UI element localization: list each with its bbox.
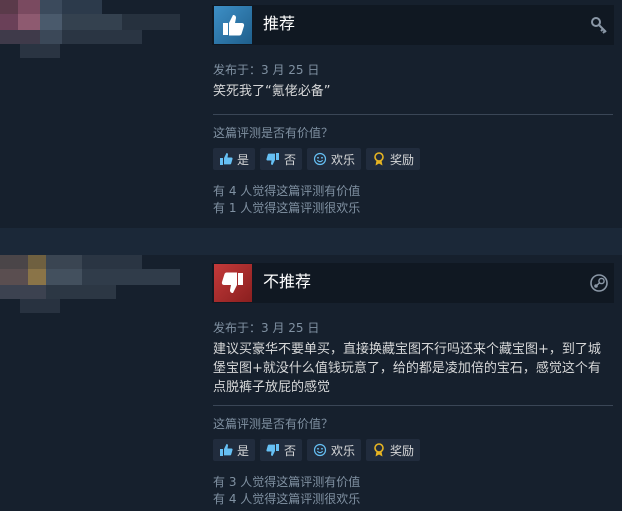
- vote-counts: 有 4 人觉得这篇评测有价值 有 1 人觉得这篇评测很欢乐: [213, 183, 360, 217]
- review-body: 笑死我了“氪佬必备”: [213, 84, 331, 99]
- smiley-icon: [313, 152, 327, 166]
- reviewer-avatar-blurred[interactable]: [0, 255, 180, 315]
- review-card: 推荐 发布于：3 月 25 日 笑死我了“氪佬必备” 这篇评测是否有价值？ 是: [0, 0, 622, 228]
- reviewer-avatar-blurred[interactable]: [0, 0, 180, 60]
- steam-icon: [590, 274, 608, 292]
- award-label: 奖励: [390, 152, 415, 167]
- helpful-question: 这篇评测是否有价值？: [213, 126, 334, 140]
- divider: [213, 405, 613, 406]
- vote-funny-label: 欢乐: [331, 443, 356, 458]
- helpful-count: 有 4 人觉得这篇评测有价值: [213, 184, 361, 198]
- vote-yes-button[interactable]: 是: [213, 148, 256, 170]
- vote-yes-label: 是: [237, 152, 250, 167]
- award-icon: [374, 443, 384, 457]
- vote-no-button[interactable]: 否: [260, 148, 303, 170]
- review-card: 不推荐 发布于：3 月 25 日 建议买豪华不要单买，直接换藏宝图不行吗还来个藏…: [0, 255, 622, 511]
- thumbs-down-icon: [214, 264, 252, 302]
- vote-yes-button[interactable]: 是: [213, 439, 256, 461]
- thumbs-up-icon: [220, 444, 233, 456]
- posted-date: 发布于：3 月 25 日: [213, 63, 320, 77]
- helpful-question: 这篇评测是否有价值？: [213, 417, 334, 431]
- award-button[interactable]: 奖励: [366, 148, 421, 170]
- rating-buttons: 是 否 欢乐 奖励: [213, 439, 421, 461]
- thumbs-up-icon: [220, 153, 233, 165]
- vote-funny-button[interactable]: 欢乐: [307, 148, 362, 170]
- key-icon: [590, 16, 608, 34]
- vote-header[interactable]: 不推荐: [212, 263, 614, 303]
- vote-no-label: 否: [284, 152, 297, 167]
- vote-header[interactable]: 推荐: [212, 5, 614, 45]
- vote-funny-label: 欢乐: [331, 152, 356, 167]
- divider: [213, 114, 613, 115]
- thumbs-up-icon: [214, 6, 252, 44]
- review-body: 建议买豪华不要单买，直接换藏宝图不行吗还来个藏宝图+，到了城堡宝图+就没什么值钱…: [213, 342, 601, 395]
- thumbs-down-icon: [266, 153, 280, 165]
- verdict-title: 推荐: [263, 14, 296, 33]
- rating-buttons: 是 否 欢乐 奖励: [213, 148, 421, 170]
- funny-count: 有 4 人觉得这篇评测很欢乐: [213, 492, 361, 506]
- smiley-icon: [313, 443, 327, 457]
- vote-no-label: 否: [284, 443, 297, 458]
- thumbs-down-icon: [266, 444, 280, 456]
- vote-no-button[interactable]: 否: [260, 439, 303, 461]
- helpful-count: 有 3 人觉得这篇评测有价值: [213, 475, 361, 489]
- posted-date: 发布于：3 月 25 日: [213, 321, 320, 335]
- award-icon: [374, 152, 384, 166]
- funny-count: 有 1 人觉得这篇评测很欢乐: [213, 201, 361, 215]
- vote-yes-label: 是: [237, 443, 250, 458]
- vote-counts: 有 3 人觉得这篇评测有价值 有 4 人觉得这篇评测很欢乐: [213, 474, 360, 508]
- vote-funny-button[interactable]: 欢乐: [307, 439, 362, 461]
- award-button[interactable]: 奖励: [366, 439, 421, 461]
- review-separator: [0, 228, 622, 255]
- verdict-title: 不推荐: [263, 272, 312, 291]
- award-label: 奖励: [390, 443, 415, 458]
